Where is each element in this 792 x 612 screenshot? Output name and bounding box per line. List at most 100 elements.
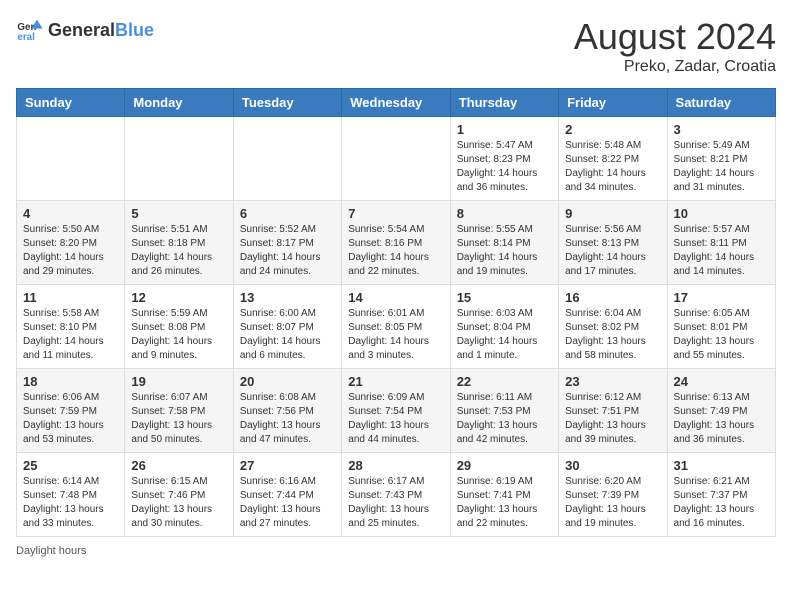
calendar-cell: 16 Sunrise: 6:04 AM Sunset: 8:02 PM Dayli…	[559, 285, 667, 369]
day-number: 14	[348, 290, 443, 305]
day-info: Sunrise: 6:20 AM Sunset: 7:39 PM Dayligh…	[565, 475, 660, 531]
day-info: Sunrise: 5:58 AM Sunset: 8:10 PM Dayligh…	[23, 307, 118, 363]
day-of-week-header: Friday	[559, 89, 667, 117]
calendar-cell: 21Sunrise: 6:09 AM Sunset: 7:54 PM Dayli…	[342, 369, 450, 453]
day-info: Sunrise: 6:13 AM Sunset: 7:49 PM Dayligh…	[674, 391, 769, 447]
day-info: Sunrise: 6:07 AM Sunset: 7:58 PM Dayligh…	[131, 391, 226, 447]
title-block: August 2024 Preko, Zadar, Croatia	[574, 16, 776, 76]
day-number: 15	[457, 290, 552, 305]
day-info: Sunrise: 5:56 AM Sunset: 8:13 PM Dayligh…	[565, 223, 660, 279]
calendar-cell: 28Sunrise: 6:17 AM Sunset: 7:43 PM Dayli…	[342, 453, 450, 537]
day-number: 6	[240, 206, 335, 221]
calendar-cell: 17 Sunrise: 6:05 AM Sunset: 8:01 PM Dayli…	[667, 285, 775, 369]
day-of-week-header: Saturday	[667, 89, 775, 117]
day-number: 12	[131, 290, 226, 305]
day-of-week-header: Thursday	[450, 89, 558, 117]
day-info: Sunrise: 6:06 AM Sunset: 7:59 PM Dayligh…	[23, 391, 118, 447]
day-number: 3	[674, 122, 769, 137]
calendar-week-row: 11 Sunrise: 5:58 AM Sunset: 8:10 PM Dayli…	[17, 285, 776, 369]
day-info: Sunrise: 6:04 AM Sunset: 8:02 PM Dayligh…	[565, 307, 660, 363]
calendar-cell: 1 Sunrise: 5:47 AM Sunset: 8:23 PM Daylig…	[450, 117, 558, 201]
day-number: 25	[23, 458, 118, 473]
calendar-cell: 6Sunrise: 5:52 AM Sunset: 8:17 PM Daylig…	[233, 201, 341, 285]
day-info: Sunrise: 5:49 AM Sunset: 8:21 PM Dayligh…	[674, 139, 769, 195]
calendar-cell: 18 Sunrise: 6:06 AM Sunset: 7:59 PM Dayli…	[17, 369, 125, 453]
day-number: 17	[674, 290, 769, 305]
day-number: 24	[674, 374, 769, 389]
logo-text: GeneralBlue	[48, 20, 154, 41]
day-info: Sunrise: 5:48 AM Sunset: 8:22 PM Dayligh…	[565, 139, 660, 195]
day-info: Sunrise: 6:09 AM Sunset: 7:54 PM Dayligh…	[348, 391, 443, 447]
day-info: Sunrise: 6:17 AM Sunset: 7:43 PM Dayligh…	[348, 475, 443, 531]
day-info: Sunrise: 5:47 AM Sunset: 8:23 PM Dayligh…	[457, 139, 552, 195]
calendar-cell	[342, 117, 450, 201]
calendar-cell: 7Sunrise: 5:54 AM Sunset: 8:16 PM Daylig…	[342, 201, 450, 285]
calendar-title: August 2024	[574, 16, 776, 58]
calendar-cell: 3 Sunrise: 5:49 AM Sunset: 8:21 PM Daylig…	[667, 117, 775, 201]
day-number: 8	[457, 206, 552, 221]
calendar-week-row: 4Sunrise: 5:50 AM Sunset: 8:20 PM Daylig…	[17, 201, 776, 285]
logo-blue: Blue	[115, 20, 154, 40]
day-info: Sunrise: 5:55 AM Sunset: 8:14 PM Dayligh…	[457, 223, 552, 279]
calendar-header-row: SundayMondayTuesdayWednesdayThursdayFrid…	[17, 89, 776, 117]
day-info: Sunrise: 6:03 AM Sunset: 8:04 PM Dayligh…	[457, 307, 552, 363]
day-info: Sunrise: 6:05 AM Sunset: 8:01 PM Dayligh…	[674, 307, 769, 363]
day-number: 16	[565, 290, 660, 305]
day-number: 13	[240, 290, 335, 305]
calendar-cell: 23 Sunrise: 6:12 AM Sunset: 7:51 PM Dayli…	[559, 369, 667, 453]
calendar-cell: 19 Sunrise: 6:07 AM Sunset: 7:58 PM Dayli…	[125, 369, 233, 453]
day-info: Sunrise: 5:50 AM Sunset: 8:20 PM Dayligh…	[23, 223, 118, 279]
calendar-cell: 30 Sunrise: 6:20 AM Sunset: 7:39 PM Dayli…	[559, 453, 667, 537]
calendar-cell: 15 Sunrise: 6:03 AM Sunset: 8:04 PM Dayli…	[450, 285, 558, 369]
day-number: 20	[240, 374, 335, 389]
day-info: Sunrise: 6:16 AM Sunset: 7:44 PM Dayligh…	[240, 475, 335, 531]
calendar-cell: 27Sunrise: 6:16 AM Sunset: 7:44 PM Dayli…	[233, 453, 341, 537]
calendar-cell: 13Sunrise: 6:00 AM Sunset: 8:07 PM Dayli…	[233, 285, 341, 369]
svg-text:eral: eral	[17, 32, 35, 43]
day-info: Sunrise: 6:12 AM Sunset: 7:51 PM Dayligh…	[565, 391, 660, 447]
day-number: 31	[674, 458, 769, 473]
day-info: Sunrise: 6:19 AM Sunset: 7:41 PM Dayligh…	[457, 475, 552, 531]
calendar-cell: 25Sunrise: 6:14 AM Sunset: 7:48 PM Dayli…	[17, 453, 125, 537]
day-info: Sunrise: 6:08 AM Sunset: 7:56 PM Dayligh…	[240, 391, 335, 447]
day-info: Sunrise: 5:59 AM Sunset: 8:08 PM Dayligh…	[131, 307, 226, 363]
logo-icon: Gen eral	[16, 16, 44, 44]
logo-general: General	[48, 20, 115, 40]
calendar-cell: 10Sunrise: 5:57 AM Sunset: 8:11 PM Dayli…	[667, 201, 775, 285]
calendar-cell	[125, 117, 233, 201]
calendar-footer: Daylight hours	[16, 545, 776, 557]
calendar-cell: 4Sunrise: 5:50 AM Sunset: 8:20 PM Daylig…	[17, 201, 125, 285]
calendar-cell	[17, 117, 125, 201]
day-info: Sunrise: 6:15 AM Sunset: 7:46 PM Dayligh…	[131, 475, 226, 531]
calendar-cell: 24 Sunrise: 6:13 AM Sunset: 7:49 PM Dayli…	[667, 369, 775, 453]
calendar-cell: 14Sunrise: 6:01 AM Sunset: 8:05 PM Dayli…	[342, 285, 450, 369]
logo: Gen eral GeneralBlue	[16, 16, 154, 44]
day-number: 7	[348, 206, 443, 221]
calendar-week-row: 1 Sunrise: 5:47 AM Sunset: 8:23 PM Daylig…	[17, 117, 776, 201]
calendar-cell: 20 Sunrise: 6:08 AM Sunset: 7:56 PM Dayli…	[233, 369, 341, 453]
day-number: 1	[457, 122, 552, 137]
day-number: 29	[457, 458, 552, 473]
calendar-table: SundayMondayTuesdayWednesdayThursdayFrid…	[16, 88, 776, 537]
day-info: Sunrise: 5:57 AM Sunset: 8:11 PM Dayligh…	[674, 223, 769, 279]
daylight-label: Daylight hours	[16, 545, 86, 557]
day-info: Sunrise: 6:21 AM Sunset: 7:37 PM Dayligh…	[674, 475, 769, 531]
day-number: 5	[131, 206, 226, 221]
day-number: 11	[23, 290, 118, 305]
day-info: Sunrise: 5:51 AM Sunset: 8:18 PM Dayligh…	[131, 223, 226, 279]
day-number: 23	[565, 374, 660, 389]
calendar-cell: 29 Sunrise: 6:19 AM Sunset: 7:41 PM Dayli…	[450, 453, 558, 537]
day-info: Sunrise: 6:11 AM Sunset: 7:53 PM Dayligh…	[457, 391, 552, 447]
calendar-cell: 22 Sunrise: 6:11 AM Sunset: 7:53 PM Dayli…	[450, 369, 558, 453]
day-number: 19	[131, 374, 226, 389]
calendar-cell: 9Sunrise: 5:56 AM Sunset: 8:13 PM Daylig…	[559, 201, 667, 285]
calendar-cell: 8 Sunrise: 5:55 AM Sunset: 8:14 PM Daylig…	[450, 201, 558, 285]
calendar-cell: 5 Sunrise: 5:51 AM Sunset: 8:18 PM Daylig…	[125, 201, 233, 285]
day-number: 18	[23, 374, 118, 389]
day-number: 30	[565, 458, 660, 473]
calendar-week-row: 18 Sunrise: 6:06 AM Sunset: 7:59 PM Dayli…	[17, 369, 776, 453]
calendar-cell: 2Sunrise: 5:48 AM Sunset: 8:22 PM Daylig…	[559, 117, 667, 201]
day-number: 22	[457, 374, 552, 389]
calendar-cell: 26Sunrise: 6:15 AM Sunset: 7:46 PM Dayli…	[125, 453, 233, 537]
day-of-week-header: Sunday	[17, 89, 125, 117]
